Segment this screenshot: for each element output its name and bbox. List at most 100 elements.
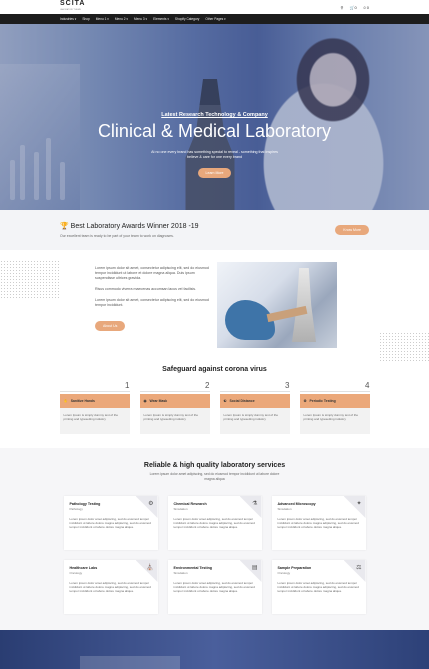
about-section: Lorem ipsum dolor sit amet, consectetur … (0, 250, 429, 362)
service-category: Simulation (173, 571, 188, 575)
nav-item-industries[interactable]: Industries ▾ (60, 17, 76, 21)
service-category: Simulation (277, 507, 292, 511)
cart-icon[interactable]: 🛒0 (349, 5, 356, 10)
mask-icon: ◉ (143, 399, 147, 403)
service-category: Oncology (277, 571, 291, 575)
testing-icon: ⚙ (303, 399, 307, 403)
safeguard-section: Safeguard against corona virus 1 ✋ Saniti… (0, 362, 429, 448)
social-distance-icon: ☯ (223, 399, 227, 403)
main-nav: Industries ▾ Shop Menu 1 ▾ Menu 2 ▾ Menu… (0, 14, 429, 24)
service-title: Chemical Research (173, 502, 207, 506)
card-text: Lorem Ipsum is simply dummy text of the … (219, 408, 290, 434)
top-bar: SCITA LABORATORY THEME ⚲ 🛒0 ☺0 (0, 0, 429, 14)
card-title: Periodic Testing (309, 399, 336, 403)
card-number: 4 (365, 381, 370, 390)
service-card[interactable]: ⚙ Pathology Testing Pathology Lorem ipsu… (63, 496, 158, 550)
services-section: Reliable & high quality laboratory servi… (0, 448, 429, 630)
trophy-icon: 🏆 (60, 223, 69, 230)
about-paragraph-2: Risus commodo viverra maecenas accumsan … (95, 287, 197, 291)
safeguard-title: Safeguard against corona virus (162, 366, 267, 373)
service-text: Lorem ipsum dolor amet adipiscing, sed d… (277, 517, 359, 529)
search-icon[interactable]: ⚲ (341, 5, 344, 10)
nav-item-elements[interactable]: Elements ▾ (153, 17, 169, 21)
services-grid: ⚙ Pathology Testing Pathology Lorem ipsu… (0, 496, 429, 614)
card-text: Lorem Ipsum is simply dummy text of the … (139, 408, 210, 434)
brand-name: SCITA (60, 0, 86, 7)
card-number: 3 (285, 381, 290, 390)
about-text: Lorem ipsum dolor sit amet, consectetur … (95, 266, 215, 332)
nav-item-menu-3[interactable]: Menu 3 ▾ (134, 17, 147, 21)
service-category: Simulation (173, 507, 188, 511)
bottom-banner (0, 630, 429, 669)
service-card[interactable]: ▤ Environmental Testing Simulation Lorem… (167, 560, 262, 614)
service-card[interactable]: ⚖ Sample Preparation Oncology Lorem ipsu… (271, 560, 366, 614)
service-title: Environmental Testing (173, 566, 212, 570)
hero-text-line-2: believe & care for one every brand (187, 155, 242, 159)
service-text: Lorem ipsum dolor amet adipiscing, sed d… (69, 581, 151, 593)
service-text: Lorem ipsum dolor amet adipiscing, sed d… (69, 517, 151, 529)
header-icons: ⚲ 🛒0 ☺0 (341, 5, 369, 10)
service-text: Lorem ipsum dolor amet adipiscing, sed d… (277, 581, 359, 593)
nav-item-other-pages[interactable]: Other Pages ▾ (205, 17, 225, 21)
hand-wash-icon: ✋ (63, 399, 68, 403)
service-category: Oncology (69, 571, 83, 575)
hero-title: Clinical & Medical Laboratory (97, 121, 332, 141)
nav-item-menu-1[interactable]: Menu 1 ▾ (96, 17, 109, 21)
know-more-button[interactable]: Know More (335, 225, 369, 235)
microscope-icon: ⚙ (148, 501, 154, 507)
chart-icon: ▤ (251, 565, 258, 571)
dot-pattern-decoration (0, 260, 60, 300)
about-paragraph-3: Lorem ipsum dolor sit amet, consectetur … (95, 298, 209, 307)
card-title: Social Distance (229, 399, 255, 403)
learn-more-button[interactable]: Learn More (197, 168, 232, 178)
flask-icon: ⚗ (252, 501, 258, 507)
award-title: 🏆 Best Laboratory Awards Winner 2018 -19 (60, 222, 199, 230)
sample-icon: ⚖ (356, 565, 362, 571)
nav-item-shop[interactable]: Shop (82, 17, 89, 21)
service-text: Lorem ipsum dolor amet adipiscing, sed d… (173, 517, 255, 529)
service-title: Advanced Microscopy (277, 502, 316, 506)
card-text: Lorem Ipsum is simply dummy text of the … (59, 408, 130, 434)
card-text: Lorem Ipsum is simply dummy text of the … (299, 408, 370, 434)
service-title: Pathology Testing (69, 502, 101, 506)
user-icon[interactable]: ☺0 (363, 5, 369, 10)
service-text: Lorem ipsum dolor amet adipiscing, sed d… (173, 581, 255, 593)
safeguard-card: 4 ⚙ Periodic Testing Lorem Ipsum is simpl… (299, 381, 370, 434)
brand-logo[interactable]: SCITA LABORATORY THEME (60, 0, 86, 13)
service-card[interactable]: ✦ Advanced Microscopy Simulation Lorem i… (271, 496, 366, 550)
card-title: Sanitize Hands (70, 399, 95, 403)
nav-item-shopify-category[interactable]: Shopify Category (175, 17, 199, 21)
safeguard-card: 3 ☯ Social Distance Lorem Ipsum is simply… (219, 381, 290, 434)
card-title: Wear Mask (149, 399, 168, 403)
service-category: Pathology (69, 507, 83, 511)
about-paragraph-1: Lorem ipsum dolor sit amet, consectetur … (95, 266, 209, 280)
award-strip: 🏆 Best Laboratory Awards Winner 2018 -19… (0, 210, 429, 250)
service-title: Sample Preparation (277, 566, 312, 570)
about-microscope-image (217, 262, 337, 348)
service-title: Healthcare Labs (69, 566, 98, 570)
card-number: 2 (205, 381, 210, 390)
card-number: 1 (125, 381, 130, 390)
award-text: Our excellent team is ready to be part o… (60, 234, 174, 238)
service-card[interactable]: ⛪ Healthcare Labs Oncology Lorem ipsum d… (63, 560, 158, 614)
safeguard-card: 1 ✋ Sanitize Hands Lorem Ipsum is simply … (59, 381, 130, 434)
dot-pattern-decoration-right (379, 332, 429, 362)
services-title: Reliable & high quality laboratory servi… (143, 462, 286, 469)
pipette-icon: ✦ (356, 501, 362, 507)
hero-content: Latest Research Technology & Company Cli… (0, 112, 429, 179)
safeguard-cards: 1 ✋ Sanitize Hands Lorem Ipsum is simply … (0, 381, 429, 434)
user-count: 0 (366, 4, 369, 10)
cart-count: 0 (354, 4, 357, 10)
hero-subtitle: Latest Research Technology & Company (161, 112, 268, 118)
service-card[interactable]: ⚗ Chemical Research Simulation Lorem ips… (167, 496, 262, 550)
hero-banner: Latest Research Technology & Company Cli… (0, 24, 429, 210)
bottom-banner-image (80, 656, 180, 669)
award-title-text: Best Laboratory Awards Winner 2018 -19 (70, 223, 199, 230)
nav-item-menu-2[interactable]: Menu 2 ▾ (115, 17, 128, 21)
services-lead: Lorem ipsum dolor amet adipiscing, sed d… (149, 472, 280, 481)
about-us-button[interactable]: About Us (95, 321, 126, 331)
safeguard-card: 2 ◉ Wear Mask Lorem Ipsum is simply dummy… (139, 381, 210, 434)
brand-tagline: LABORATORY THEME (60, 9, 81, 11)
hero-text: At no one every brand has something spec… (0, 150, 429, 160)
hospital-icon: ⛪ (146, 565, 154, 571)
